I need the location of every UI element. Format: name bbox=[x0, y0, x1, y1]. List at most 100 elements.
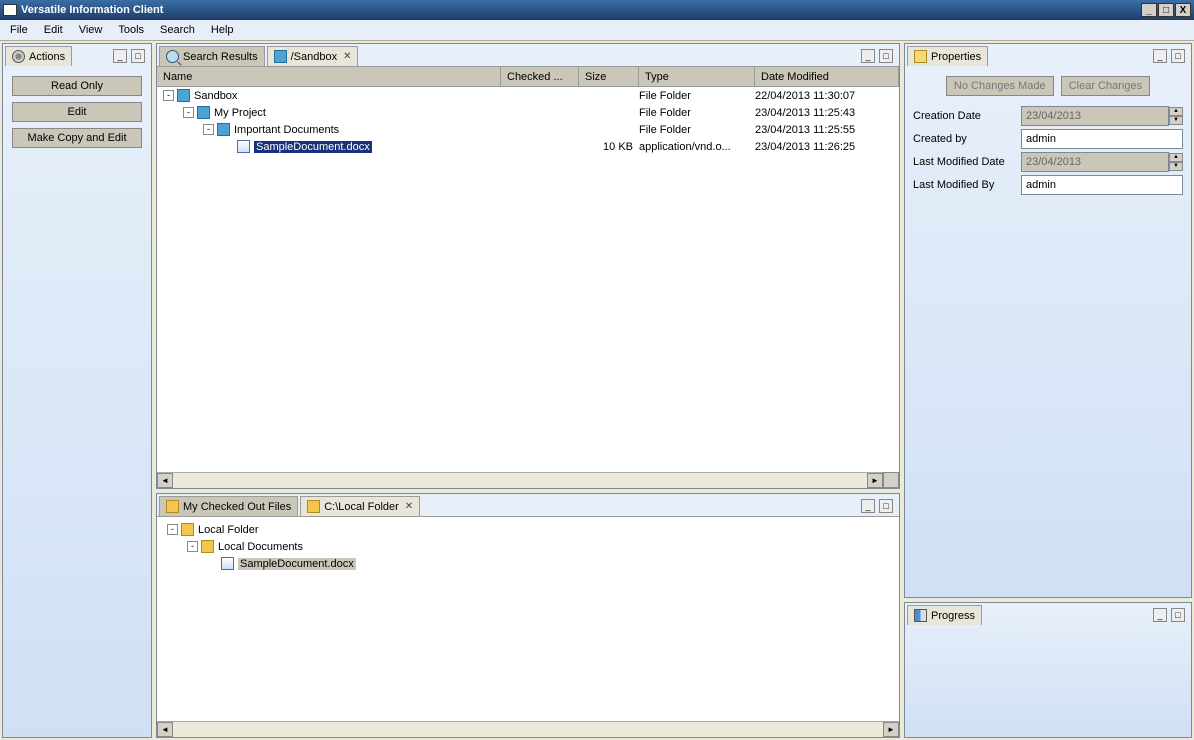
node-label: Important Documents bbox=[234, 124, 339, 136]
tree-row[interactable]: -Important Documents File Folder23/04/20… bbox=[157, 121, 899, 138]
maximize-button[interactable]: □ bbox=[1158, 3, 1174, 17]
tab-properties[interactable]: Properties bbox=[907, 46, 988, 66]
view-maximize-icon[interactable]: □ bbox=[879, 499, 893, 513]
minimize-button[interactable]: _ bbox=[1141, 3, 1157, 17]
properties-body: No Changes Made Clear Changes Creation D… bbox=[905, 66, 1191, 208]
folder-icon bbox=[201, 540, 214, 553]
expander-icon[interactable]: - bbox=[163, 90, 174, 101]
menu-view[interactable]: View bbox=[71, 22, 111, 38]
progress-icon bbox=[914, 609, 927, 622]
menu-bar: File Edit View Tools Search Help bbox=[0, 20, 1194, 41]
view-maximize-icon[interactable]: □ bbox=[1171, 49, 1185, 63]
actions-body: Read Only Edit Make Copy and Edit bbox=[3, 66, 151, 737]
tab-local-folder[interactable]: C:\Local Folder ✕ bbox=[300, 496, 420, 516]
document-icon bbox=[221, 557, 234, 570]
node-label: Sandbox bbox=[194, 90, 237, 102]
node-label: My Project bbox=[214, 107, 266, 119]
window-title-bar: Versatile Information Client _ □ X bbox=[0, 0, 1194, 20]
folder-icon bbox=[181, 523, 194, 536]
menu-tools[interactable]: Tools bbox=[110, 22, 152, 38]
main-tabstrip: Search Results /Sandbox ✕ _ □ bbox=[157, 44, 899, 66]
node-label: Local Documents bbox=[218, 541, 303, 553]
modified-by-label: Last Modified By bbox=[913, 179, 1021, 191]
close-tab-icon[interactable]: ✕ bbox=[343, 51, 351, 62]
expander-icon[interactable]: - bbox=[187, 541, 198, 552]
clear-changes-button[interactable]: Clear Changes bbox=[1061, 76, 1150, 96]
folder-icon bbox=[177, 89, 190, 102]
actions-tab-label: Actions bbox=[29, 51, 65, 63]
app-icon bbox=[3, 4, 17, 16]
col-checked[interactable]: Checked ... bbox=[501, 67, 579, 86]
properties-tabstrip: Properties _ □ bbox=[905, 44, 1191, 66]
edit-button[interactable]: Edit bbox=[12, 102, 142, 122]
search-tab-label: Search Results bbox=[183, 51, 258, 63]
search-icon bbox=[166, 50, 179, 63]
menu-search[interactable]: Search bbox=[152, 22, 203, 38]
properties-icon bbox=[914, 50, 927, 63]
menu-file[interactable]: File bbox=[2, 22, 36, 38]
date-spinner[interactable]: ▲▼ bbox=[1169, 107, 1183, 125]
tab-search-results[interactable]: Search Results bbox=[159, 46, 265, 66]
local-tabstrip: My Checked Out Files C:\Local Folder ✕ _… bbox=[157, 494, 899, 516]
col-size[interactable]: Size bbox=[579, 67, 639, 86]
created-by-field[interactable]: admin bbox=[1021, 129, 1183, 149]
scrollbar-horizontal[interactable]: ◄► bbox=[157, 472, 883, 488]
col-date[interactable]: Date Modified bbox=[755, 67, 899, 86]
expander-icon[interactable]: - bbox=[167, 524, 178, 535]
tab-actions[interactable]: Actions bbox=[5, 46, 72, 66]
gear-icon bbox=[12, 50, 25, 63]
tab-sandbox[interactable]: /Sandbox ✕ bbox=[267, 46, 359, 66]
scrollbar-horizontal[interactable]: ◄► bbox=[157, 721, 899, 737]
date-spinner[interactable]: ▲▼ bbox=[1169, 153, 1183, 171]
close-tab-icon[interactable]: ✕ bbox=[405, 501, 413, 512]
view-minimize-icon[interactable]: _ bbox=[861, 49, 875, 63]
close-button[interactable]: X bbox=[1175, 3, 1191, 17]
tree-row[interactable]: -My Project File Folder23/04/2013 11:25:… bbox=[157, 104, 899, 121]
progress-tabstrip: Progress _ □ bbox=[905, 603, 1191, 625]
progress-tab-label: Progress bbox=[931, 610, 975, 622]
tree-row[interactable]: SampleDocument.docx bbox=[161, 555, 895, 572]
view-minimize-icon[interactable]: _ bbox=[861, 499, 875, 513]
column-headers: Name Checked ... Size Type Date Modified bbox=[157, 67, 899, 87]
tree-row[interactable]: - Local Documents bbox=[161, 538, 895, 555]
tree-row[interactable]: -Sandbox File Folder22/04/2013 11:30:07 bbox=[157, 87, 899, 104]
folder-icon bbox=[274, 50, 287, 63]
menu-edit[interactable]: Edit bbox=[36, 22, 71, 38]
node-label: SampleDocument.docx bbox=[254, 141, 372, 153]
document-icon bbox=[237, 140, 250, 153]
read-only-button[interactable]: Read Only bbox=[12, 76, 142, 96]
menu-help[interactable]: Help bbox=[203, 22, 242, 38]
properties-tab-label: Properties bbox=[931, 51, 981, 63]
node-label: SampleDocument.docx bbox=[238, 558, 356, 570]
modified-date-label: Last Modified Date bbox=[913, 156, 1021, 168]
view-minimize-icon[interactable]: _ bbox=[113, 49, 127, 63]
folder-icon bbox=[197, 106, 210, 119]
view-minimize-icon[interactable]: _ bbox=[1153, 49, 1167, 63]
folder-icon bbox=[217, 123, 230, 136]
window-title: Versatile Information Client bbox=[21, 4, 163, 16]
tab-progress[interactable]: Progress bbox=[907, 605, 982, 625]
tab-checked-out[interactable]: My Checked Out Files bbox=[159, 496, 298, 516]
expander-icon[interactable]: - bbox=[203, 124, 214, 135]
tree-row[interactable]: SampleDocument.docx 10 KBapplication/vnd… bbox=[157, 138, 899, 155]
checked-out-tab-label: My Checked Out Files bbox=[183, 501, 291, 513]
view-maximize-icon[interactable]: □ bbox=[131, 49, 145, 63]
local-folder-tab-label: C:\Local Folder bbox=[324, 501, 399, 513]
folder-icon bbox=[307, 500, 320, 513]
no-changes-button[interactable]: No Changes Made bbox=[946, 76, 1054, 96]
creation-date-label: Creation Date bbox=[913, 110, 1021, 122]
local-tree-body[interactable]: -Local Folder - Local Documents SampleDoc… bbox=[157, 517, 899, 721]
view-maximize-icon[interactable]: □ bbox=[1171, 608, 1185, 622]
col-type[interactable]: Type bbox=[639, 67, 755, 86]
actions-tabstrip: Actions _ □ bbox=[3, 44, 151, 66]
view-minimize-icon[interactable]: _ bbox=[1153, 608, 1167, 622]
created-by-label: Created by bbox=[913, 133, 1021, 145]
tree-row[interactable]: -Local Folder bbox=[161, 521, 895, 538]
col-name[interactable]: Name bbox=[157, 67, 501, 86]
make-copy-edit-button[interactable]: Make Copy and Edit bbox=[12, 128, 142, 148]
expander-icon[interactable]: - bbox=[183, 107, 194, 118]
tree-body[interactable]: -Sandbox File Folder22/04/2013 11:30:07 … bbox=[157, 87, 899, 472]
modified-by-field[interactable]: admin bbox=[1021, 175, 1183, 195]
folder-icon bbox=[166, 500, 179, 513]
view-maximize-icon[interactable]: □ bbox=[879, 49, 893, 63]
